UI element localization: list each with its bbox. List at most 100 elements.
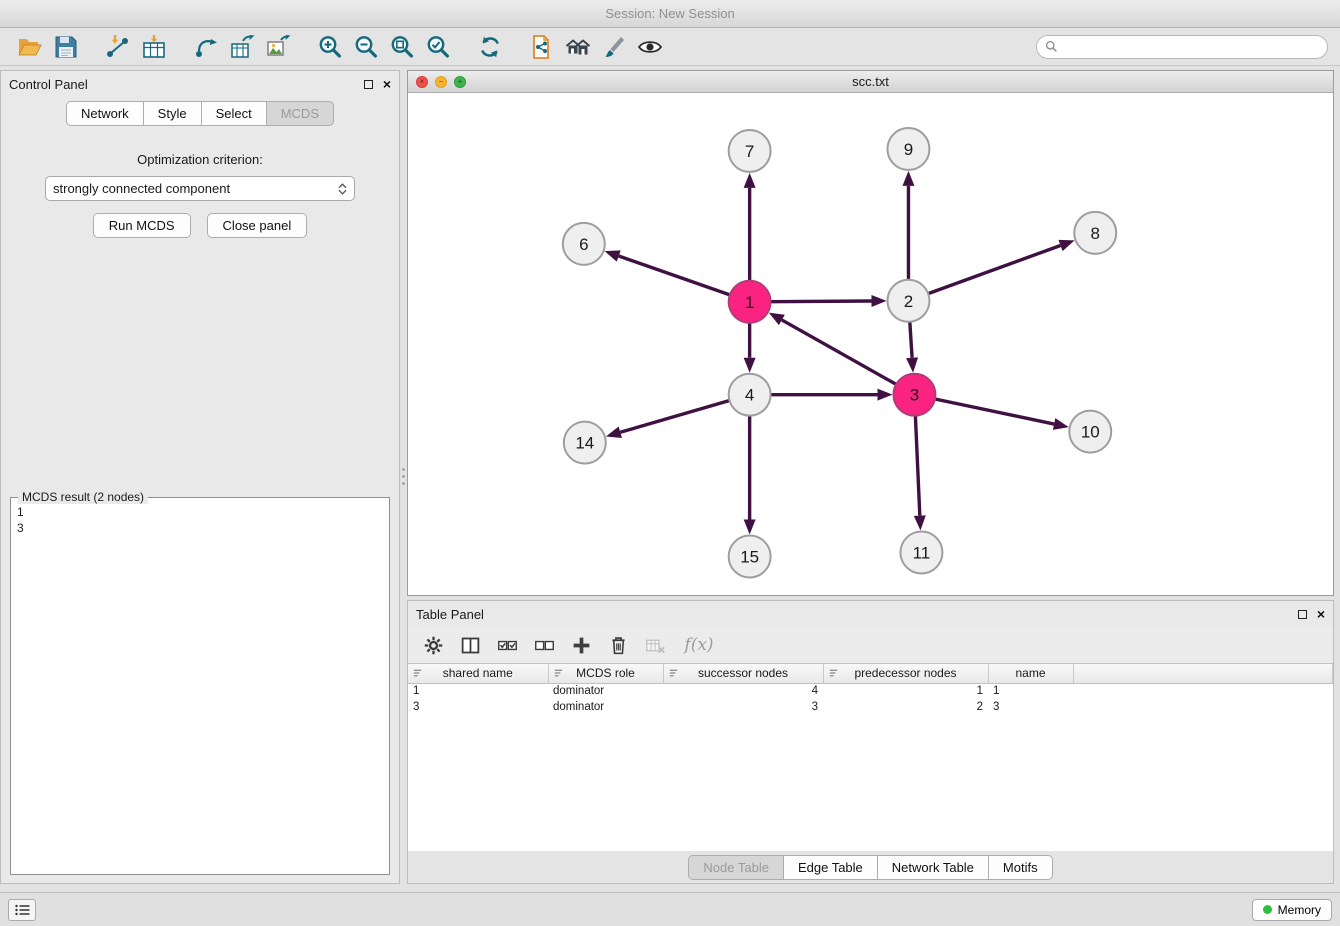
run-mcds-button[interactable]: Run MCDS xyxy=(93,213,191,238)
close-panel-icon[interactable]: × xyxy=(383,78,391,90)
table-row[interactable]: 1dominator411 xyxy=(408,683,1333,699)
delete-column-button[interactable] xyxy=(603,630,633,660)
graph-node-2[interactable]: 2 xyxy=(887,280,929,322)
graph-node-8[interactable]: 8 xyxy=(1074,212,1116,254)
table-cell[interactable]: 1 xyxy=(823,683,988,699)
export-image-button[interactable] xyxy=(260,32,296,62)
table-cell[interactable]: 3 xyxy=(988,699,1073,715)
table-cell[interactable]: 4 xyxy=(663,683,823,699)
tab-network[interactable]: Network xyxy=(66,101,144,126)
window-titlebar[interactable]: Session: New Session xyxy=(0,0,1340,28)
zoom-fit-button[interactable] xyxy=(384,32,420,62)
graph-node-1[interactable]: 1 xyxy=(729,281,771,323)
function-builder-button[interactable]: f(x) xyxy=(677,630,721,660)
zoom-out-icon xyxy=(353,34,379,60)
memory-button[interactable]: Memory xyxy=(1252,899,1332,921)
mcds-result-item: 1 xyxy=(17,504,383,520)
table-toolbar: f(x) xyxy=(408,627,1333,663)
show-panels-button[interactable] xyxy=(8,899,36,921)
minimize-window-button[interactable]: − xyxy=(435,76,447,88)
graph-node-11[interactable]: 11 xyxy=(900,532,942,574)
panel-splitter[interactable] xyxy=(400,70,407,884)
show-graphics-details-button[interactable] xyxy=(632,32,668,62)
tab-edge-table[interactable]: Edge Table xyxy=(783,855,878,880)
tab-style[interactable]: Style xyxy=(143,101,202,126)
column-header-name[interactable]: name xyxy=(988,664,1073,683)
graph-node-15[interactable]: 15 xyxy=(729,536,771,578)
close-table-panel-icon[interactable]: × xyxy=(1317,608,1325,620)
table-cell[interactable]: 1 xyxy=(408,683,548,699)
close-window-button[interactable]: × xyxy=(416,76,428,88)
graph-node-7[interactable]: 7 xyxy=(729,130,771,172)
graph-edge-2-8[interactable] xyxy=(928,245,1060,293)
graph-node-10[interactable]: 10 xyxy=(1069,411,1111,453)
table-cell[interactable]: 2 xyxy=(823,699,988,715)
export-table-button[interactable] xyxy=(224,32,260,62)
table-cell-filler xyxy=(1073,699,1333,715)
graph-edge-1-2[interactable] xyxy=(771,301,872,302)
graph-edge-4-14[interactable] xyxy=(620,401,729,433)
column-header-successor-nodes[interactable]: successor nodes xyxy=(663,664,823,683)
floppy-disk-icon xyxy=(53,34,79,60)
table-cell[interactable]: dominator xyxy=(548,683,663,699)
import-table-button[interactable] xyxy=(136,32,172,62)
criterion-dropdown[interactable]: strongly connected component xyxy=(45,176,355,201)
delete-table-button[interactable] xyxy=(640,630,670,660)
graph-node-4[interactable]: 4 xyxy=(729,374,771,416)
search-input[interactable] xyxy=(1063,40,1319,54)
open-session-button[interactable] xyxy=(12,32,48,62)
table-row[interactable]: 3dominator323 xyxy=(408,699,1333,715)
table-settings-button[interactable] xyxy=(418,630,448,660)
graph-node-9[interactable]: 9 xyxy=(887,128,929,170)
open-in-cytoscape-js-button[interactable] xyxy=(524,32,560,62)
graph-edge-1-6[interactable] xyxy=(619,256,730,295)
network-canvas[interactable]: 7 9 6 8 1 2 4 3 14 10 15 11 xyxy=(408,93,1333,595)
zoom-out-button[interactable] xyxy=(348,32,384,62)
apply-style-button[interactable] xyxy=(596,32,632,62)
table-panel-header: Table Panel × xyxy=(408,601,1333,627)
export-network-button[interactable] xyxy=(188,32,224,62)
graph-edge-arrowhead xyxy=(606,427,622,439)
table-panel: Table Panel × xyxy=(407,600,1334,884)
tab-motifs[interactable]: Motifs xyxy=(988,855,1053,880)
graph-edge-2-3[interactable] xyxy=(910,322,912,358)
zoom-selected-button[interactable] xyxy=(420,32,456,62)
graph-node-6[interactable]: 6 xyxy=(563,223,605,265)
first-neighbors-button[interactable] xyxy=(560,32,596,62)
unselect-all-columns-button[interactable] xyxy=(529,630,559,660)
close-panel-button[interactable]: Close panel xyxy=(207,213,308,238)
column-header-shared-name[interactable]: shared name xyxy=(408,664,548,683)
table-cell[interactable]: 3 xyxy=(408,699,548,715)
graph-edge-3-1[interactable] xyxy=(782,320,896,384)
maximize-window-button[interactable]: + xyxy=(454,76,466,88)
tab-select[interactable]: Select xyxy=(201,101,267,126)
graph-edge-arrowhead xyxy=(1053,418,1069,430)
graph-edge-arrowhead xyxy=(906,357,918,372)
search-box[interactable] xyxy=(1036,35,1328,59)
graph-node-3[interactable]: 3 xyxy=(893,374,935,416)
float-panel-icon[interactable] xyxy=(364,80,373,89)
graph-edge-3-11[interactable] xyxy=(915,416,919,516)
checked-boxes-icon xyxy=(497,635,518,656)
zoom-in-button[interactable] xyxy=(312,32,348,62)
save-session-button[interactable] xyxy=(48,32,84,62)
table-cell[interactable]: dominator xyxy=(548,699,663,715)
network-graph[interactable]: 7 9 6 8 1 2 4 3 14 10 15 11 xyxy=(408,93,1333,595)
show-columns-button[interactable] xyxy=(455,630,485,660)
graph-node-14[interactable]: 14 xyxy=(564,422,606,464)
column-header-predecessor-nodes[interactable]: predecessor nodes xyxy=(823,664,988,683)
column-header-mcds-role[interactable]: MCDS role xyxy=(548,664,663,683)
graph-node-label: 4 xyxy=(745,386,754,405)
tab-node-table[interactable]: Node Table xyxy=(688,855,784,880)
select-all-columns-button[interactable] xyxy=(492,630,522,660)
tab-mcds[interactable]: MCDS xyxy=(266,101,334,126)
network-window-titlebar[interactable]: × − + scc.txt xyxy=(408,71,1333,93)
create-column-button[interactable] xyxy=(566,630,596,660)
tab-network-table[interactable]: Network Table xyxy=(877,855,989,880)
table-cell[interactable]: 3 xyxy=(663,699,823,715)
graph-edge-3-10[interactable] xyxy=(935,399,1054,424)
apply-layout-button[interactable] xyxy=(472,32,508,62)
import-network-button[interactable] xyxy=(100,32,136,62)
float-table-panel-icon[interactable] xyxy=(1298,610,1307,619)
table-cell[interactable]: 1 xyxy=(988,683,1073,699)
